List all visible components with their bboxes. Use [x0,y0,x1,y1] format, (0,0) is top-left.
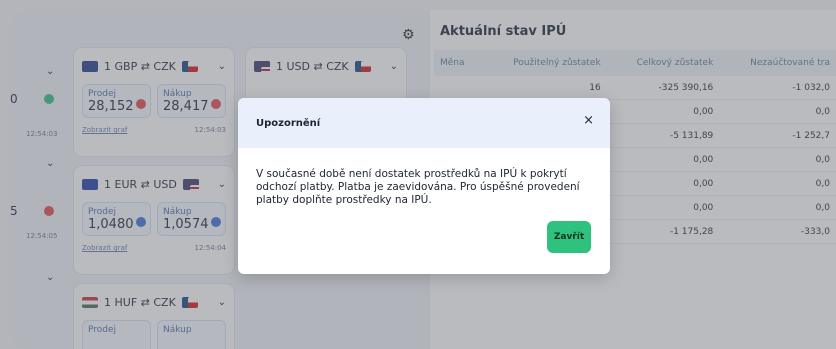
dialog-title: Upozornění [256,118,321,129]
warning-dialog: Upozornění × V současné době není dostat… [238,98,610,274]
close-button[interactable]: Zavřít [547,221,591,253]
close-icon[interactable]: × [583,113,594,128]
dialog-header: Upozornění × [238,98,610,148]
dialog-message: V současné době není dostatek prostředků… [256,168,580,207]
